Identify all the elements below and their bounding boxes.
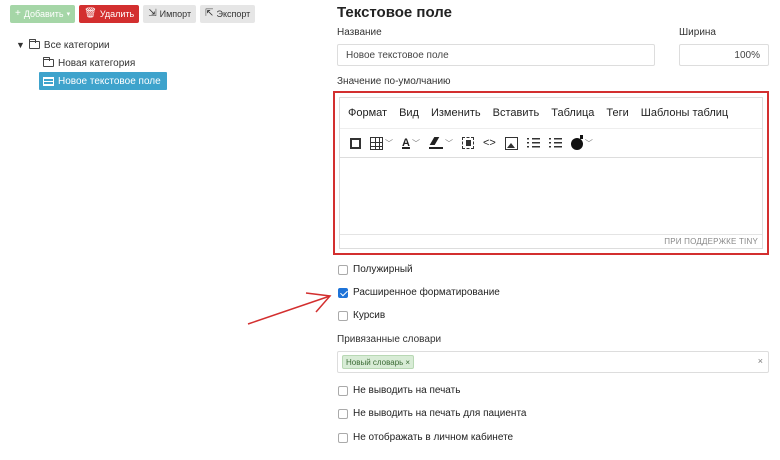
- table-icon: [370, 136, 383, 150]
- clear-icon[interactable]: ×: [758, 356, 763, 366]
- chevron-down-icon: ﹀: [444, 138, 453, 148]
- checkbox-box[interactable]: [338, 310, 348, 321]
- folder-icon: [43, 57, 54, 67]
- text-color-icon: A: [402, 137, 410, 149]
- dictionary-tag-label: Новый словарь: [346, 357, 404, 367]
- menu-edit[interactable]: Изменить: [431, 107, 481, 119]
- checkbox-extended-formatting[interactable]: Расширенное форматирование: [338, 287, 500, 298]
- chevron-down-icon: ▾: [66, 10, 71, 18]
- delete-button[interactable]: 🗑 Удалить: [79, 5, 140, 23]
- checkbox-label: Курсив: [353, 310, 386, 321]
- checkbox-italic[interactable]: Курсив: [338, 310, 385, 321]
- editor-toolbar: ﹀ A ﹀ ﹀ <> ﹀: [340, 128, 762, 158]
- highlighter-icon: [428, 137, 443, 149]
- tree-item-selected[interactable]: Новое текстовое поле: [39, 72, 167, 90]
- checkbox-box[interactable]: [338, 287, 348, 298]
- checkbox-label: Полужирный: [353, 264, 413, 275]
- rich-text-editor: Формат Вид Изменить Вставить Таблица Тег…: [339, 97, 763, 249]
- template-block-icon[interactable]: [461, 137, 474, 149]
- checkbox-box[interactable]: [338, 432, 348, 443]
- menu-table[interactable]: Таблица: [551, 107, 594, 119]
- toolbar: + Добавить ▾ 🗑 Удалить ⇲ Импорт ⇱ Экспор…: [10, 5, 256, 23]
- width-label: Ширина: [679, 27, 716, 38]
- menu-table-templates[interactable]: Шаблоны таблиц: [641, 107, 728, 119]
- chevron-down-icon: ﹀: [385, 138, 393, 148]
- menu-view[interactable]: Вид: [399, 107, 419, 119]
- editor-content[interactable]: [340, 158, 762, 240]
- checkbox-box[interactable]: [338, 264, 348, 275]
- text-field-icon: [43, 76, 54, 86]
- dictionaries-input[interactable]: Новый словарь × ×: [337, 351, 769, 373]
- bullet-list-icon[interactable]: [548, 137, 562, 149]
- numbered-list-icon[interactable]: [526, 137, 540, 149]
- add-button-label: Добавить: [23, 9, 64, 19]
- checkbox-label: Расширенное форматирование: [353, 287, 500, 298]
- dictionaries-label: Привязанные словари: [337, 334, 442, 345]
- editor-statusbar[interactable]: ПРИ ПОДДЕРЖКЕ TINY: [340, 234, 762, 248]
- add-button[interactable]: + Добавить ▾: [10, 5, 76, 23]
- export-button-label: Экспорт: [216, 9, 251, 19]
- checkbox-box[interactable]: [338, 408, 348, 419]
- name-label: Название: [337, 27, 382, 38]
- dictionary-tag: Новый словарь ×: [342, 355, 415, 369]
- fullscreen-icon[interactable]: [350, 137, 361, 149]
- code-icon[interactable]: <>: [483, 137, 496, 149]
- editor-highlight: Формат Вид Изменить Вставить Таблица Тег…: [333, 91, 769, 255]
- checkbox-bold[interactable]: Полужирный: [338, 264, 413, 275]
- plus-icon: +: [15, 8, 21, 19]
- tree-item-category[interactable]: Новая категория: [43, 54, 167, 72]
- chevron-down-icon: ﹀: [411, 138, 420, 148]
- default-value-label: Значение по-умолчанию: [337, 76, 451, 87]
- highlight-color-button[interactable]: ﹀: [428, 137, 453, 149]
- chevron-down-icon[interactable]: ▼: [16, 40, 25, 50]
- editor-menubar: Формат Вид Изменить Вставить Таблица Тег…: [340, 98, 762, 128]
- import-icon: ⇲: [148, 8, 157, 19]
- image-icon[interactable]: [504, 136, 518, 150]
- trash-icon: 🗑: [84, 8, 97, 19]
- checkbox-no-print[interactable]: Не выводить на печать: [338, 385, 460, 396]
- import-button-label: Импорт: [159, 9, 192, 19]
- bomb-button[interactable]: ﹀: [570, 135, 593, 150]
- export-icon: ⇱: [205, 8, 214, 19]
- chevron-down-icon: ﹀: [584, 138, 593, 148]
- checkbox-label: Не выводить на печать: [353, 385, 461, 396]
- checkbox-label: Не отображать в личном кабинете: [353, 432, 514, 443]
- tree-root[interactable]: ▼ Все категории: [16, 36, 167, 54]
- tag-remove-icon[interactable]: ×: [405, 358, 410, 367]
- width-input[interactable]: 100%: [679, 44, 769, 66]
- tree-root-label: Все категории: [43, 39, 110, 51]
- page-title: Текстовое поле: [337, 4, 452, 21]
- folder-open-icon: [28, 39, 40, 49]
- export-button[interactable]: ⇱ Экспорт: [200, 5, 256, 23]
- name-input[interactable]: Новое текстовое поле: [337, 44, 655, 66]
- menu-tags[interactable]: Теги: [606, 107, 628, 119]
- checkbox-label: Не выводить на печать для пациента: [353, 408, 527, 419]
- annotation-arrow-icon: [247, 292, 332, 325]
- text-color-button[interactable]: A ﹀: [402, 137, 420, 149]
- table-button[interactable]: ﹀: [370, 136, 393, 150]
- bomb-icon: [570, 135, 583, 150]
- category-tree: ▼ Все категории Новая категория Новое те…: [16, 36, 167, 90]
- checkbox-box[interactable]: [338, 385, 348, 396]
- menu-insert[interactable]: Вставить: [493, 107, 540, 119]
- import-button[interactable]: ⇲ Импорт: [143, 5, 197, 23]
- checkbox-no-print-patient[interactable]: Не выводить на печать для пациента: [338, 408, 527, 419]
- tree-item-label: Новая категория: [58, 57, 136, 69]
- checkbox-hide-cabinet[interactable]: Не отображать в личном кабинете: [338, 432, 513, 443]
- delete-button-label: Удалить: [99, 9, 135, 19]
- menu-format[interactable]: Формат: [348, 107, 387, 119]
- tree-item-selected-label: Новое текстовое поле: [58, 75, 161, 87]
